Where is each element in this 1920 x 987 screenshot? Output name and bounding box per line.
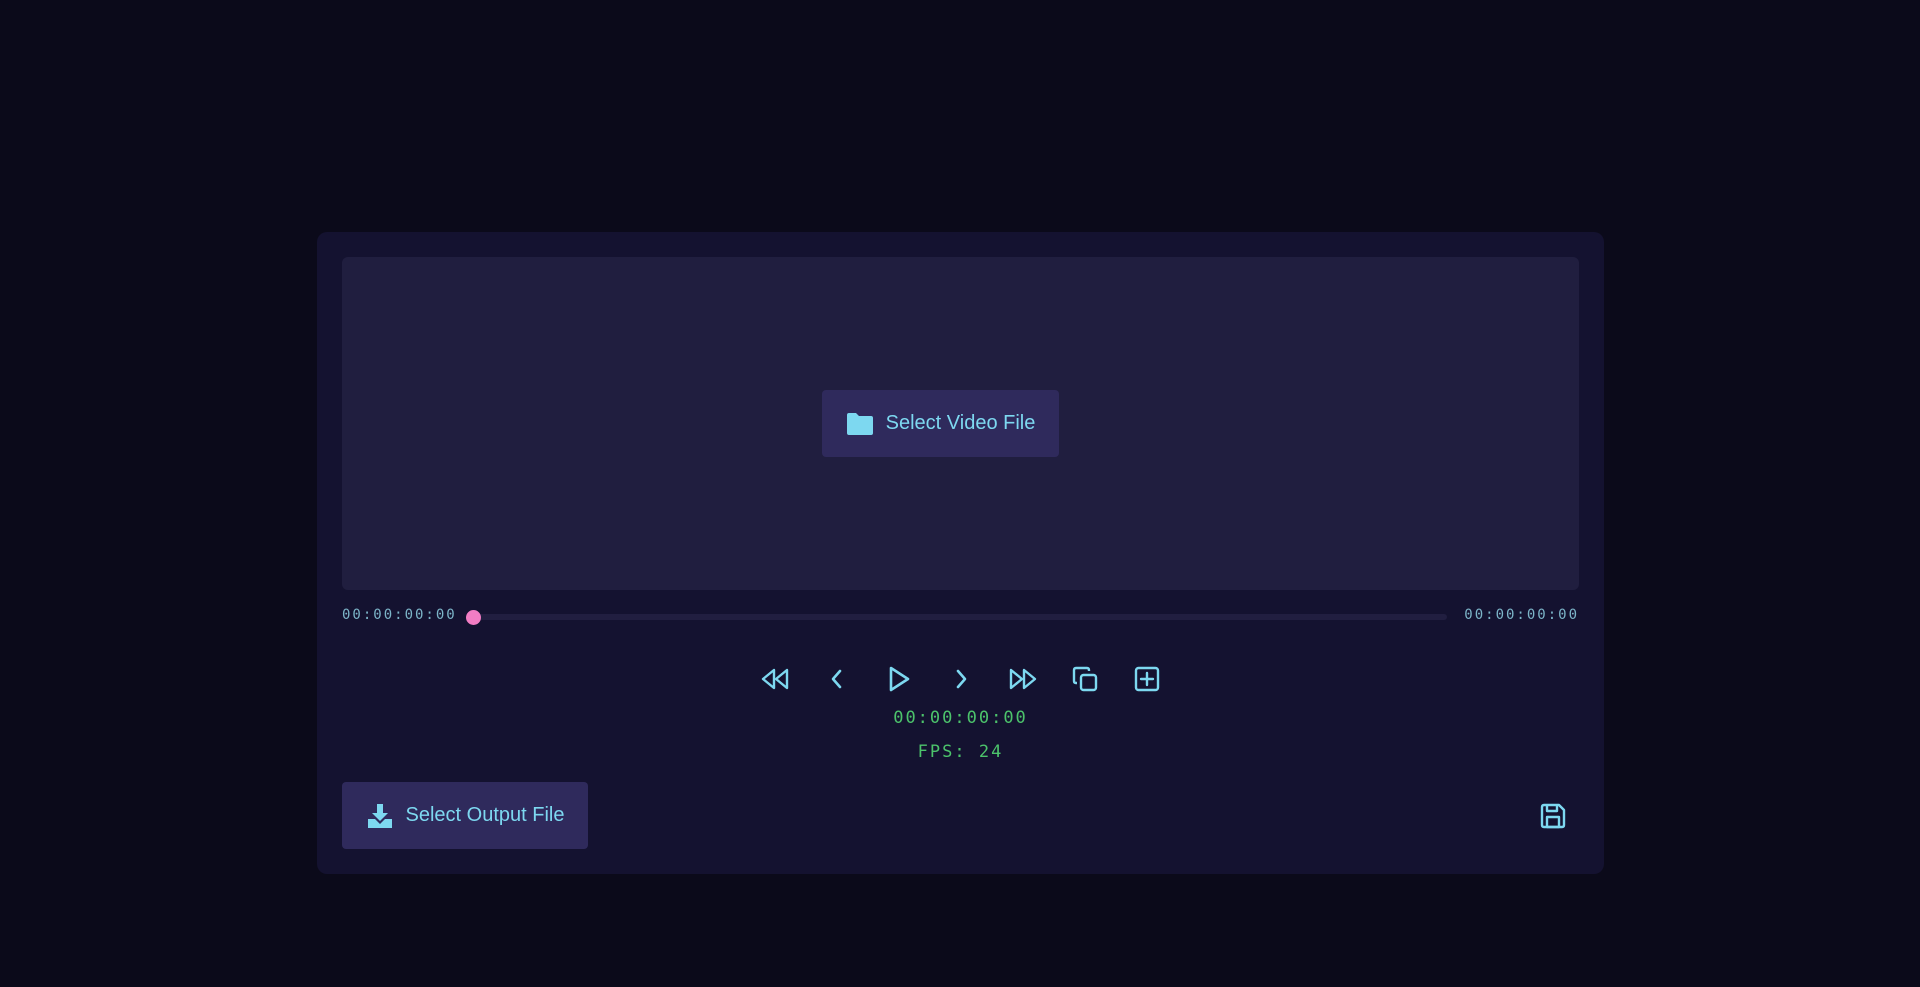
prev-frame-button[interactable] bbox=[819, 655, 855, 703]
select-video-button[interactable]: Select Video File bbox=[822, 390, 1059, 457]
save-button[interactable] bbox=[1535, 798, 1571, 834]
select-video-label: Select Video File bbox=[885, 412, 1036, 434]
download-icon bbox=[367, 803, 392, 828]
start-timecode: 00:00:00:00 bbox=[342, 607, 457, 623]
jump-back-button[interactable] bbox=[757, 655, 793, 703]
editor-panel: Select Video File 00:00:00:00 00:00:00:0… bbox=[317, 232, 1604, 874]
end-timecode: 00:00:00:00 bbox=[1464, 607, 1579, 623]
next-frame-button[interactable] bbox=[943, 655, 979, 703]
copy-icon bbox=[1072, 666, 1097, 692]
jump-forward-button[interactable] bbox=[1005, 655, 1041, 703]
fps-readout: FPS: 24 bbox=[917, 742, 1004, 762]
play-icon bbox=[889, 666, 909, 692]
transport-controls bbox=[317, 655, 1604, 703]
folder-icon bbox=[846, 412, 873, 435]
plus-square-icon bbox=[1134, 666, 1159, 692]
chevron-left-icon bbox=[831, 669, 841, 689]
play-button[interactable] bbox=[881, 655, 917, 703]
timeline: 00:00:00:00 00:00:00:00 bbox=[342, 604, 1579, 628]
chevron-right-icon bbox=[956, 669, 966, 689]
copy-button[interactable] bbox=[1067, 655, 1103, 703]
playhead-handle[interactable] bbox=[466, 610, 481, 625]
scrub-track[interactable] bbox=[466, 610, 1447, 625]
save-icon bbox=[1540, 803, 1566, 829]
current-timecode: 00:00:00:00 bbox=[893, 708, 1028, 728]
video-preview: Select Video File bbox=[342, 257, 1579, 590]
add-button[interactable] bbox=[1129, 655, 1165, 703]
double-chevron-left-icon bbox=[761, 668, 788, 690]
double-chevron-right-icon bbox=[1009, 668, 1036, 690]
select-output-label: Select Output File bbox=[405, 804, 565, 826]
select-output-button[interactable]: Select Output File bbox=[342, 782, 588, 849]
